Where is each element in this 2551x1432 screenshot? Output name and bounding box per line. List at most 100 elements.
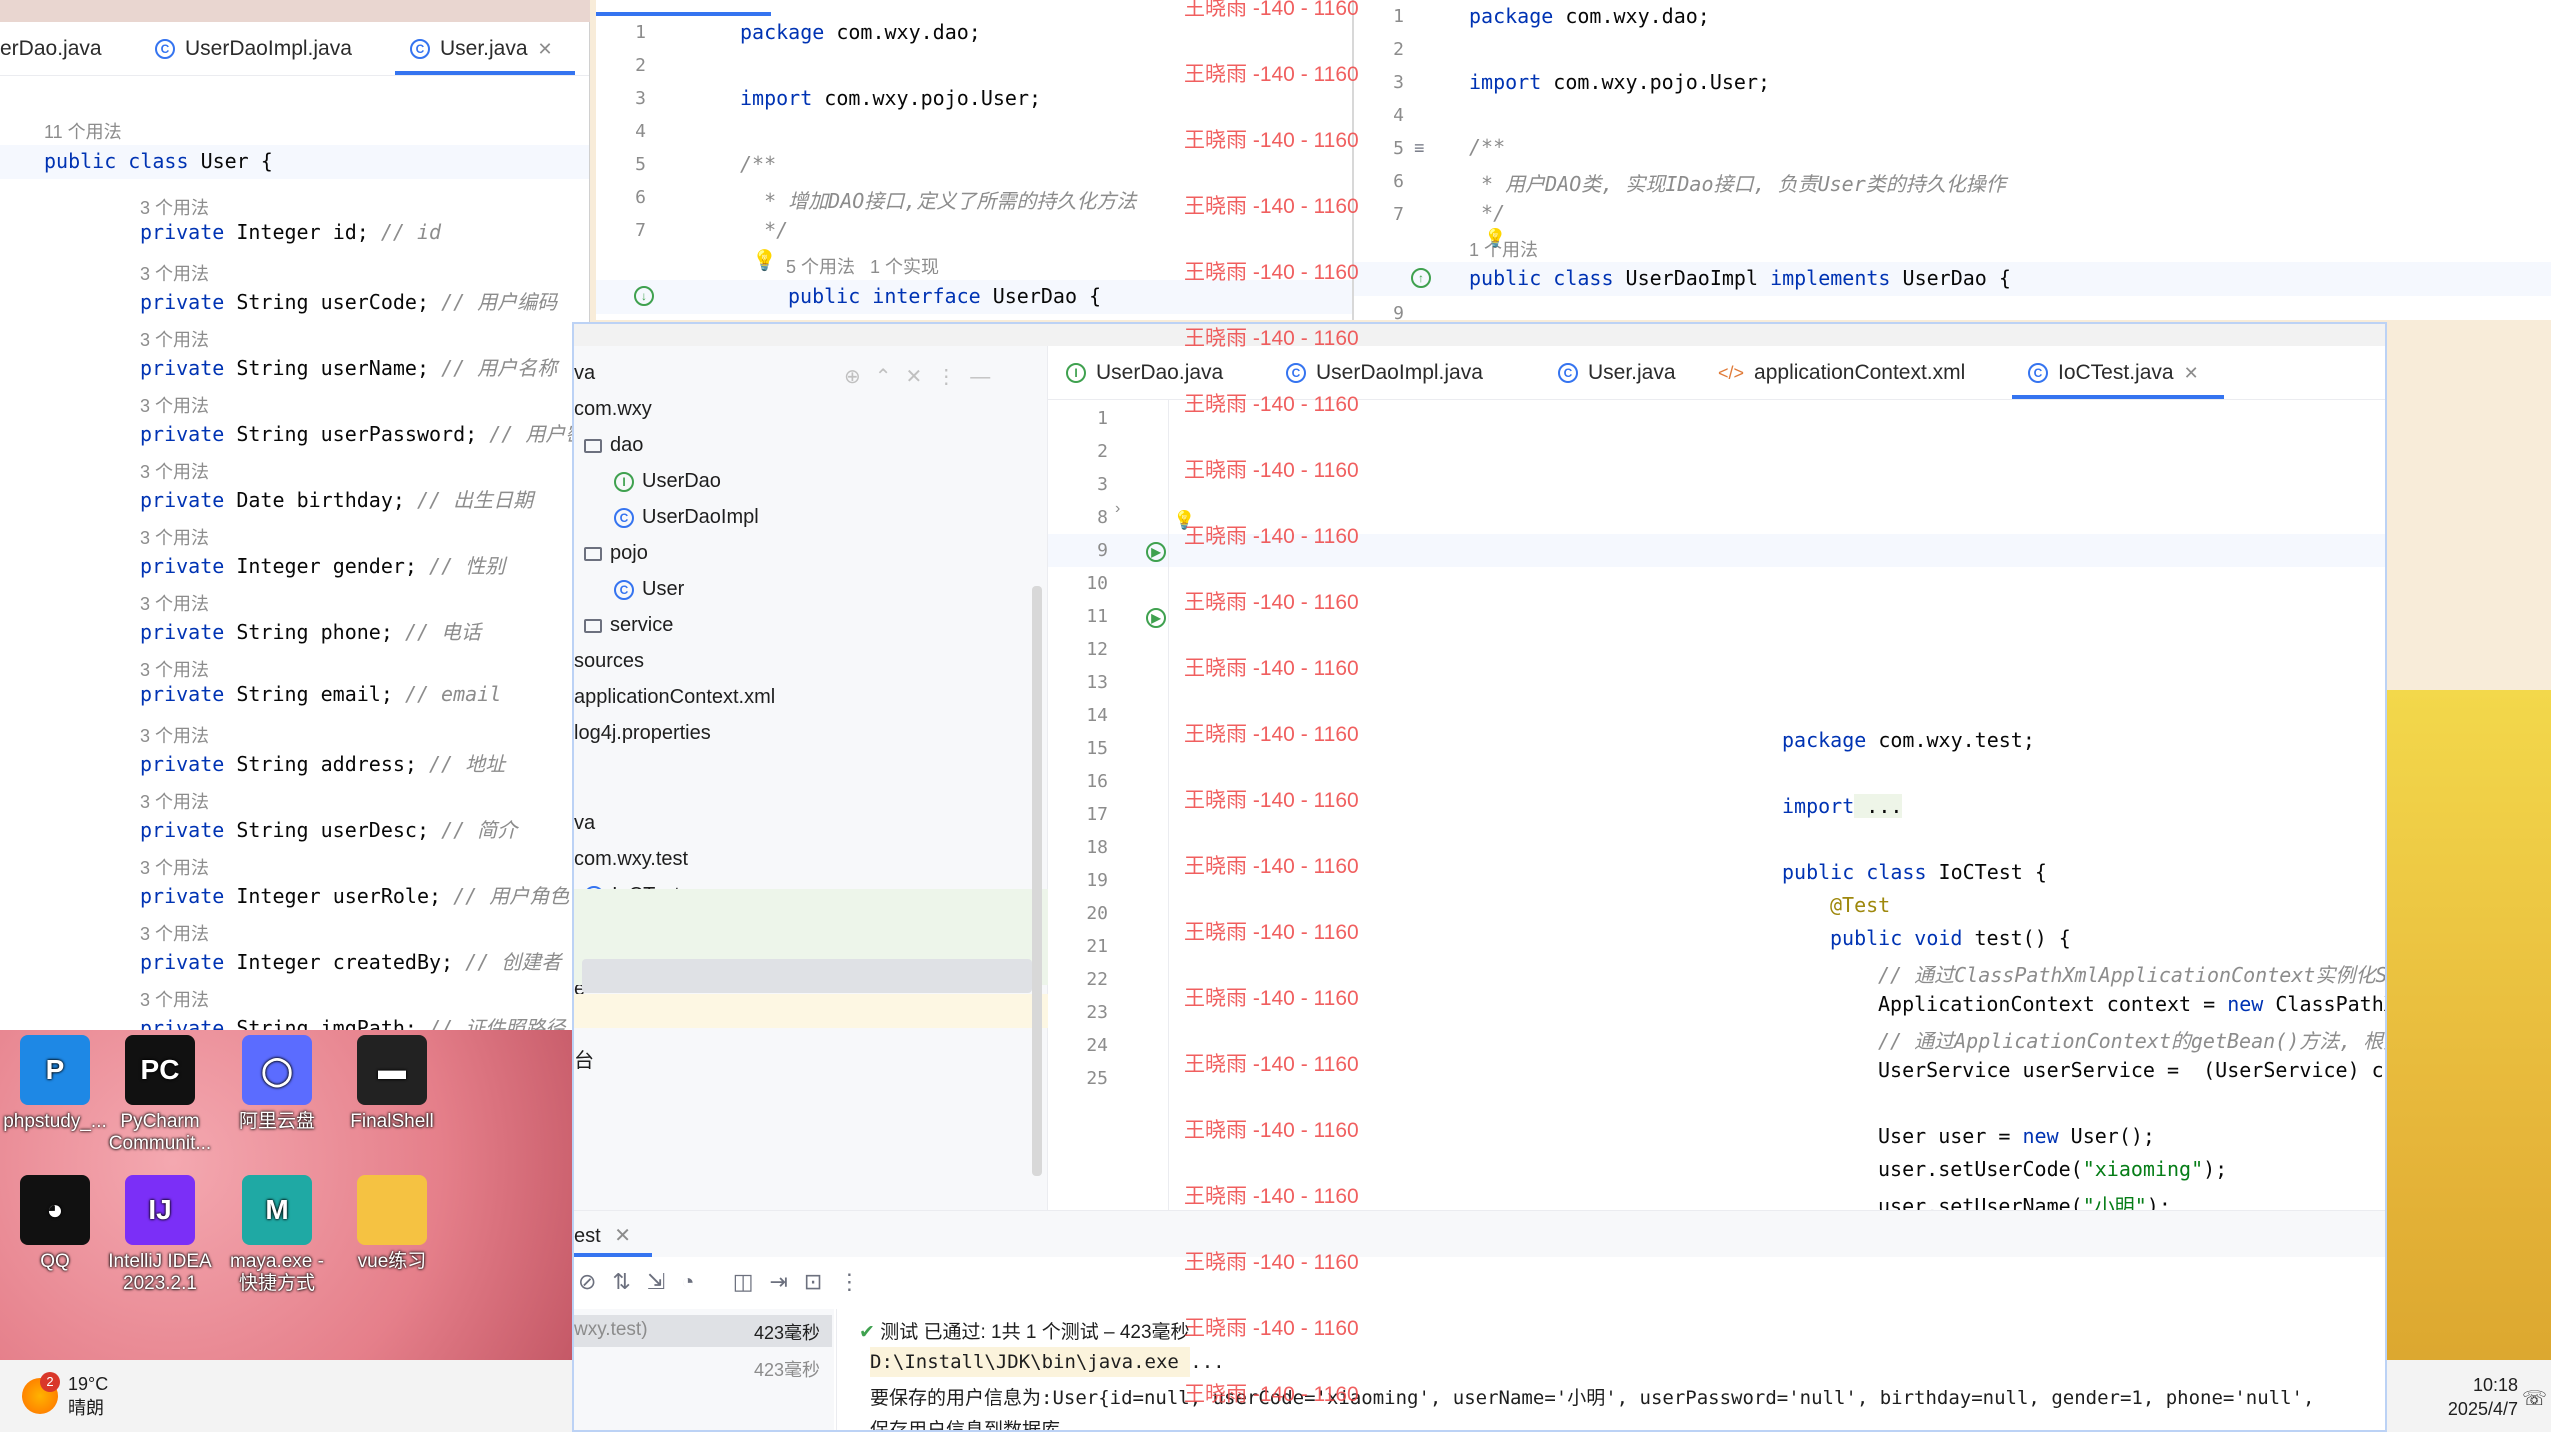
- tree-item[interactable]: sources: [574, 650, 644, 673]
- tab-userdao[interactable]: erDao.java: [0, 25, 102, 73]
- close-icon[interactable]: ✕: [614, 1225, 631, 1247]
- field-line: private String userCode; // 用户编码: [140, 290, 558, 314]
- tree-item[interactable]: dao: [584, 434, 643, 457]
- fold-icon[interactable]: ›: [1115, 500, 1120, 518]
- desktop-icon[interactable]: IJ IntelliJ IDEA 2023.2.1: [105, 1175, 215, 1295]
- line-number: 21: [1086, 936, 1108, 957]
- code-line-1: package com.wxy.test;: [1782, 728, 2035, 752]
- app-icon: IJ: [125, 1175, 195, 1245]
- left-editor-window: erDao.java C UserDaoImpl.java C User.java ✕…: [0, 22, 590, 1030]
- line-number: 22: [1086, 969, 1108, 990]
- tree-item[interactable]: applicationContext.xml: [574, 686, 775, 709]
- line-number: 4: [635, 121, 646, 142]
- line-number: 17: [1086, 804, 1108, 825]
- desktop-wallpaper-right: [2385, 690, 2551, 1432]
- time: 10:18: [2472, 1375, 2518, 1395]
- tab-user[interactable]: C User.java: [1558, 349, 1676, 397]
- run-panel: est ✕ ⊘⇅⇲◔ ◫⇥⊡⋮ wxy.test) 423毫秒 423毫秒 ✔ …: [574, 1210, 2385, 1430]
- line-number: 16: [1086, 771, 1108, 792]
- desktop-icon[interactable]: Pphpstudy_...: [0, 1035, 110, 1133]
- desktop-icon[interactable]: ◕ QQ: [0, 1175, 110, 1273]
- line-number: 9: [1097, 540, 1108, 561]
- code-line-9: public class IoCTest {: [1782, 860, 2047, 884]
- window-title-strip: [574, 324, 2385, 346]
- active-tab-underline: [574, 1253, 652, 1257]
- run-class-icon[interactable]: ▶: [1146, 542, 1166, 562]
- class-icon: C: [614, 507, 634, 528]
- usage-hint: 3 个用法: [140, 198, 210, 218]
- gutter-divider: [1168, 400, 1169, 1210]
- implemented-icon[interactable]: ↓: [634, 286, 654, 306]
- watermark-text: 王晓雨 -140 - 1160: [1184, 921, 1359, 944]
- field-line: private Integer createdBy; // 创建者: [140, 950, 562, 974]
- tree-item[interactable]: C User: [614, 578, 684, 601]
- class-icon: C: [614, 579, 634, 600]
- tab-applicationcontext[interactable]: </> applicationContext.xml: [1718, 349, 1965, 397]
- notification-icon[interactable]: ☏: [2522, 1386, 2547, 1411]
- project-toolbar[interactable]: ⊕⌃✕⋮—: [844, 364, 1004, 389]
- desktop-icon[interactable]: Mmaya.exe - 快捷方式: [222, 1175, 332, 1295]
- close-icon[interactable]: ✕: [2184, 363, 2199, 384]
- run-test-icon[interactable]: ▶: [1146, 608, 1166, 628]
- code-line-8: public class UserDaoImpl implements User…: [1469, 266, 2011, 290]
- close-icon[interactable]: ✕: [538, 39, 553, 60]
- clock[interactable]: 10:18 2025/4/7: [2400, 1373, 2518, 1421]
- tab-userdaoimpl[interactable]: C UserDaoImpl.java: [155, 25, 352, 73]
- tab-ioctest[interactable]: C IoCTest.java ✕: [2028, 349, 2199, 397]
- field-line: private String email; // email: [140, 682, 502, 706]
- line-number: 11: [1086, 606, 1108, 627]
- tree-item[interactable]: com.wxy: [574, 398, 652, 421]
- usage-hint: 3 个用法: [140, 462, 210, 482]
- line-number: 24: [1086, 1035, 1108, 1056]
- tree-item[interactable]: service: [584, 614, 673, 637]
- watermark-text: 王晓雨 -140 - 1160: [1184, 63, 1359, 86]
- desktop-icon[interactable]: PC PyCharm Communit...: [105, 1035, 215, 1155]
- line-number: 7: [1393, 204, 1404, 225]
- desktop-icon[interactable]: vue练习: [337, 1175, 447, 1273]
- tree-item[interactable]: pojo: [584, 542, 648, 565]
- desktop-icon[interactable]: ◯ 阿里云盘: [222, 1035, 332, 1133]
- tree-item[interactable]: com.wxy.test: [574, 848, 688, 871]
- tree-item[interactable]: 台: [574, 1044, 594, 1073]
- watermark-text: 王晓雨 -140 - 1160: [1184, 195, 1359, 218]
- run-tab[interactable]: est ✕: [574, 1223, 631, 1248]
- tab-user[interactable]: C User.java ✕: [410, 25, 553, 73]
- lightbulb-icon[interactable]: 💡: [1484, 228, 1506, 249]
- field-line: private String userPassword; // 用户密: [140, 422, 586, 446]
- app-icon: ◕: [20, 1175, 90, 1245]
- watermark-text: 王晓雨 -140 - 1160: [1184, 1119, 1359, 1142]
- line-number: 6: [635, 187, 646, 208]
- divider: [836, 1309, 837, 1430]
- watermark-text: 王晓雨 -140 - 1160: [1184, 261, 1359, 284]
- tree-item[interactable]: C UserDaoImpl: [614, 506, 759, 529]
- app-icon: ▬: [357, 1035, 427, 1105]
- doc-render-icon[interactable]: ≡: [1414, 138, 1425, 159]
- tree-item[interactable]: I UserDao: [614, 470, 721, 493]
- code-line-12: // 通过ClassPathXmlApplicationContext实例化Sp…: [1878, 963, 2387, 987]
- tree-item[interactable]: va: [574, 812, 595, 835]
- check-icon: ✔: [859, 1322, 875, 1343]
- line-number: 3: [1097, 474, 1108, 495]
- field-line: private Integer gender; // 性别: [140, 554, 506, 578]
- test-tree-item[interactable]: wxy.test): [574, 1319, 648, 1341]
- selected-tree-item: [582, 959, 1032, 993]
- field-line: private String userName; // 用户名称: [140, 356, 558, 380]
- tree-scrollbar[interactable]: [1032, 586, 1042, 1176]
- xml-icon: </>: [1718, 362, 1745, 383]
- weather-widget[interactable]: 2 19°C 晴朗: [22, 1372, 108, 1420]
- tree-item[interactable]: va: [574, 362, 595, 385]
- line-number: 4: [1393, 105, 1404, 126]
- run-toolbar[interactable]: ⊘⇅⇲◔ ◫⇥⊡⋮: [578, 1269, 876, 1295]
- code-line-1: package com.wxy.dao;: [1469, 4, 1710, 28]
- watermark-text: 王晓雨 -140 - 1160: [1184, 0, 1359, 20]
- active-tab-underline: [596, 12, 771, 16]
- lightbulb-icon[interactable]: 💡: [752, 248, 777, 273]
- code-line-13: ApplicationContext context = new ClassPa…: [1878, 992, 2385, 1016]
- right-editor-window: 123456789 package com.wxy.dao; import co…: [1352, 0, 2551, 320]
- usage-hint: 3 个用法: [140, 990, 210, 1010]
- desktop-icon[interactable]: ▬ FinalShell: [337, 1035, 447, 1133]
- folder-icon: [584, 546, 602, 561]
- usage-hint: 3 个用法: [140, 528, 210, 548]
- tree-item[interactable]: log4j.properties: [574, 722, 711, 745]
- implementation-icon[interactable]: ↑: [1411, 268, 1431, 288]
